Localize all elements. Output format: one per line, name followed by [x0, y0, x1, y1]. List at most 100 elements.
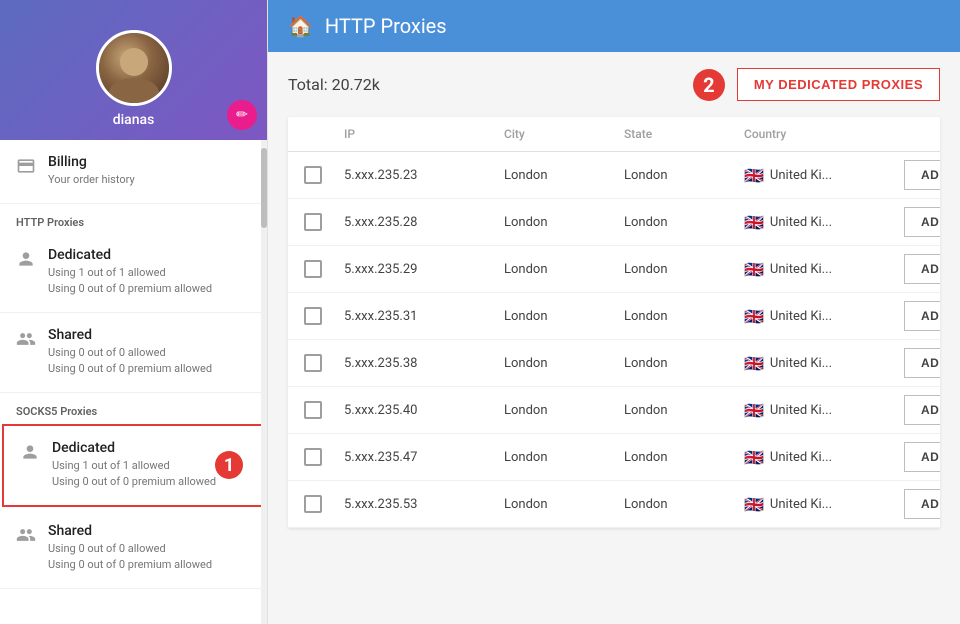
table-row: 5.xxx.235.23 London London 🇬🇧 United Ki.…	[288, 152, 940, 199]
country-name-0: United Ki...	[770, 168, 832, 183]
sidebar: dianas ✏ Billing Your order history HTTP…	[0, 0, 268, 624]
http-dedicated-sub1: Using 1 out of 1 allowed	[48, 265, 212, 282]
socks5-dedicated-sub2: Using 0 out of 0 premium allowed	[52, 474, 216, 491]
row-checkbox-2[interactable]	[304, 260, 344, 278]
col-state: State	[624, 127, 744, 141]
header-badge: 2	[693, 69, 725, 101]
flag-icon-5: 🇬🇧	[744, 401, 764, 420]
sidebar-item-billing[interactable]: Billing Your order history	[0, 140, 267, 204]
row-ip-1: 5.xxx.235.28	[344, 215, 504, 230]
row-action-6: ADD TO CART	[904, 442, 940, 472]
sidebar-item-http-shared[interactable]: Shared Using 0 out of 0 allowed Using 0 …	[0, 313, 267, 393]
row-checkbox-4[interactable]	[304, 354, 344, 372]
row-state-3: London	[624, 309, 744, 324]
row-state-6: London	[624, 450, 744, 465]
add-to-cart-button-0[interactable]: ADD TO CART	[904, 160, 940, 190]
row-checkbox-1[interactable]	[304, 213, 344, 231]
add-to-cart-button-7[interactable]: ADD TO CART	[904, 489, 940, 519]
row-action-7: ADD TO CART	[904, 489, 940, 519]
content-header: Total: 20.72k 2 MY DEDICATED PROXIES	[288, 68, 940, 101]
http-dedicated-text: Dedicated Using 1 out of 1 allowed Using…	[48, 247, 212, 298]
proxy-table: IP City State Country 5.xxx.235.23 Londo…	[288, 117, 940, 528]
row-city-3: London	[504, 309, 624, 324]
billing-icon	[16, 156, 36, 181]
my-dedicated-proxies-button[interactable]: MY DEDICATED PROXIES	[737, 68, 940, 101]
add-to-cart-button-3[interactable]: ADD TO CART	[904, 301, 940, 331]
row-action-0: ADD TO CART	[904, 160, 940, 190]
home-icon[interactable]: 🏠	[288, 14, 313, 38]
row-country-1: 🇬🇧 United Ki...	[744, 213, 904, 232]
http-dedicated-sub2: Using 0 out of 0 premium allowed	[48, 281, 212, 298]
socks5-dedicated-icon	[20, 442, 40, 467]
row-action-2: ADD TO CART	[904, 254, 940, 284]
row-country-2: 🇬🇧 United Ki...	[744, 260, 904, 279]
table-row: 5.xxx.235.31 London London 🇬🇧 United Ki.…	[288, 293, 940, 340]
col-checkbox	[304, 127, 344, 141]
row-state-2: London	[624, 262, 744, 277]
row-action-4: ADD TO CART	[904, 348, 940, 378]
scrollbar-thumb[interactable]	[261, 148, 267, 228]
flag-icon-1: 🇬🇧	[744, 213, 764, 232]
add-to-cart-button-2[interactable]: ADD TO CART	[904, 254, 940, 284]
socks5-dedicated-text: Dedicated Using 1 out of 1 allowed Using…	[52, 440, 216, 491]
flag-icon-4: 🇬🇧	[744, 354, 764, 373]
row-checkbox-0[interactable]	[304, 166, 344, 184]
country-name-2: United Ki...	[770, 262, 832, 277]
row-country-5: 🇬🇧 United Ki...	[744, 401, 904, 420]
table-row: 5.xxx.235.53 London London 🇬🇧 United Ki.…	[288, 481, 940, 528]
header-right: 2 MY DEDICATED PROXIES	[693, 68, 940, 101]
row-ip-6: 5.xxx.235.47	[344, 450, 504, 465]
scrollbar-track[interactable]	[261, 140, 267, 624]
row-ip-7: 5.xxx.235.53	[344, 497, 504, 512]
flag-icon-6: 🇬🇧	[744, 448, 764, 467]
row-city-4: London	[504, 356, 624, 371]
col-city: City	[504, 127, 624, 141]
add-to-cart-button-4[interactable]: ADD TO CART	[904, 348, 940, 378]
col-country: Country	[744, 127, 904, 141]
sidebar-item-http-dedicated[interactable]: Dedicated Using 1 out of 1 allowed Using…	[0, 233, 267, 313]
sidebar-item-socks5-dedicated[interactable]: Dedicated Using 1 out of 1 allowed Using…	[2, 424, 265, 507]
total-label: Total: 20.72k	[288, 75, 380, 94]
row-state-7: London	[624, 497, 744, 512]
content-area: Total: 20.72k 2 MY DEDICATED PROXIES IP …	[268, 52, 960, 624]
flag-icon-2: 🇬🇧	[744, 260, 764, 279]
row-checkbox-6[interactable]	[304, 448, 344, 466]
flag-icon-3: 🇬🇧	[744, 307, 764, 326]
http-dedicated-title: Dedicated	[48, 247, 212, 263]
row-checkbox-5[interactable]	[304, 401, 344, 419]
table-header: IP City State Country	[288, 117, 940, 152]
row-ip-4: 5.xxx.235.38	[344, 356, 504, 371]
row-country-7: 🇬🇧 United Ki...	[744, 495, 904, 514]
flag-icon-7: 🇬🇧	[744, 495, 764, 514]
avatar-image	[99, 33, 169, 103]
country-name-6: United Ki...	[770, 450, 832, 465]
table-body: 5.xxx.235.23 London London 🇬🇧 United Ki.…	[288, 152, 940, 528]
country-name-5: United Ki...	[770, 403, 832, 418]
col-ip: IP	[344, 127, 504, 141]
row-country-3: 🇬🇧 United Ki...	[744, 307, 904, 326]
billing-title: Billing	[48, 154, 135, 170]
row-city-5: London	[504, 403, 624, 418]
add-to-cart-button-1[interactable]: ADD TO CART	[904, 207, 940, 237]
row-ip-5: 5.xxx.235.40	[344, 403, 504, 418]
socks5-badge: 1	[215, 451, 243, 479]
sidebar-item-socks5-shared[interactable]: Shared Using 0 out of 0 allowed Using 0 …	[0, 509, 267, 589]
add-to-cart-button-5[interactable]: ADD TO CART	[904, 395, 940, 425]
topbar-title: HTTP Proxies	[325, 14, 447, 38]
add-to-cart-button-6[interactable]: ADD TO CART	[904, 442, 940, 472]
socks5-dedicated-sub1: Using 1 out of 1 allowed	[52, 458, 216, 475]
http-shared-title: Shared	[48, 327, 212, 343]
row-state-1: London	[624, 215, 744, 230]
row-checkbox-7[interactable]	[304, 495, 344, 513]
row-action-5: ADD TO CART	[904, 395, 940, 425]
edit-button[interactable]: ✏	[227, 100, 257, 130]
row-ip-2: 5.xxx.235.29	[344, 262, 504, 277]
http-shared-icon	[16, 329, 36, 354]
table-row: 5.xxx.235.29 London London 🇬🇧 United Ki.…	[288, 246, 940, 293]
billing-text: Billing Your order history	[48, 154, 135, 189]
row-checkbox-3[interactable]	[304, 307, 344, 325]
row-state-4: London	[624, 356, 744, 371]
row-ip-0: 5.xxx.235.23	[344, 168, 504, 183]
flag-icon-0: 🇬🇧	[744, 166, 764, 185]
http-shared-text: Shared Using 0 out of 0 allowed Using 0 …	[48, 327, 212, 378]
